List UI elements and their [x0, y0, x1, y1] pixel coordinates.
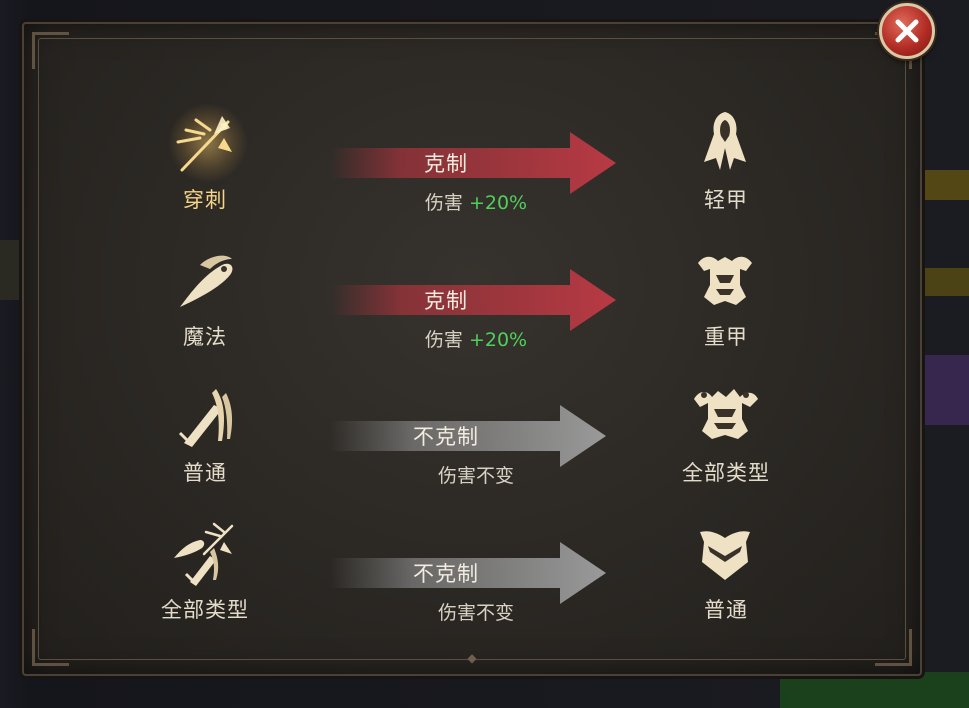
damage-value: +20% [468, 192, 528, 214]
defender-label: 普通 [704, 598, 748, 622]
attacker-label: 穿刺 [183, 188, 227, 212]
relation-label: 克制 [424, 289, 468, 313]
counter-row-piercing: 穿刺 克制 伤害 +20% 轻甲 [0, 100, 969, 230]
close-icon [895, 19, 919, 43]
damage-modifier: 伤害 +20% [366, 188, 586, 215]
sword-icon [170, 381, 240, 451]
attacker-label: 全部类型 [161, 598, 249, 622]
all-weapons-icon [170, 518, 240, 588]
damage-prefix: 伤害不变 [437, 602, 514, 624]
damage-modifier: 伤害不变 [366, 598, 586, 625]
attacker-label: 普通 [183, 461, 227, 485]
magic-icon [170, 245, 240, 315]
light-armor-icon [690, 108, 760, 178]
spear-icon [170, 108, 240, 178]
defender-label: 全部类型 [682, 461, 770, 485]
damage-value: +20% [468, 329, 528, 351]
relation-label: 克制 [424, 152, 468, 176]
damage-prefix: 伤害 [424, 329, 463, 351]
damage-prefix: 伤害不变 [437, 465, 514, 487]
damage-modifier: 伤害 +20% [366, 325, 586, 352]
all-armor-icon [690, 381, 760, 451]
counter-row-magic: 魔法 克制 伤害 +20% 重甲 [0, 237, 969, 367]
heavy-armor-icon [690, 245, 760, 315]
defender-label: 重甲 [704, 325, 748, 349]
damage-prefix: 伤害 [424, 192, 463, 214]
attacker-label: 魔法 [183, 325, 227, 349]
relation-label: 不克制 [413, 562, 479, 586]
counter-row-all-types: 全部类型 不克制 伤害不变 普通 [0, 510, 969, 640]
close-button[interactable] [879, 3, 935, 59]
normal-armor-icon [690, 518, 760, 588]
relation-label: 不克制 [413, 425, 479, 449]
defender-label: 轻甲 [704, 188, 748, 212]
bottom-ornament: ◆ [467, 651, 477, 665]
background-ui-fragment [780, 672, 969, 708]
frame-corner-ornament [32, 32, 69, 69]
counter-row-normal: 普通 不克制 伤害不变 全部类型 [0, 373, 969, 503]
damage-modifier: 伤害不变 [366, 461, 586, 488]
